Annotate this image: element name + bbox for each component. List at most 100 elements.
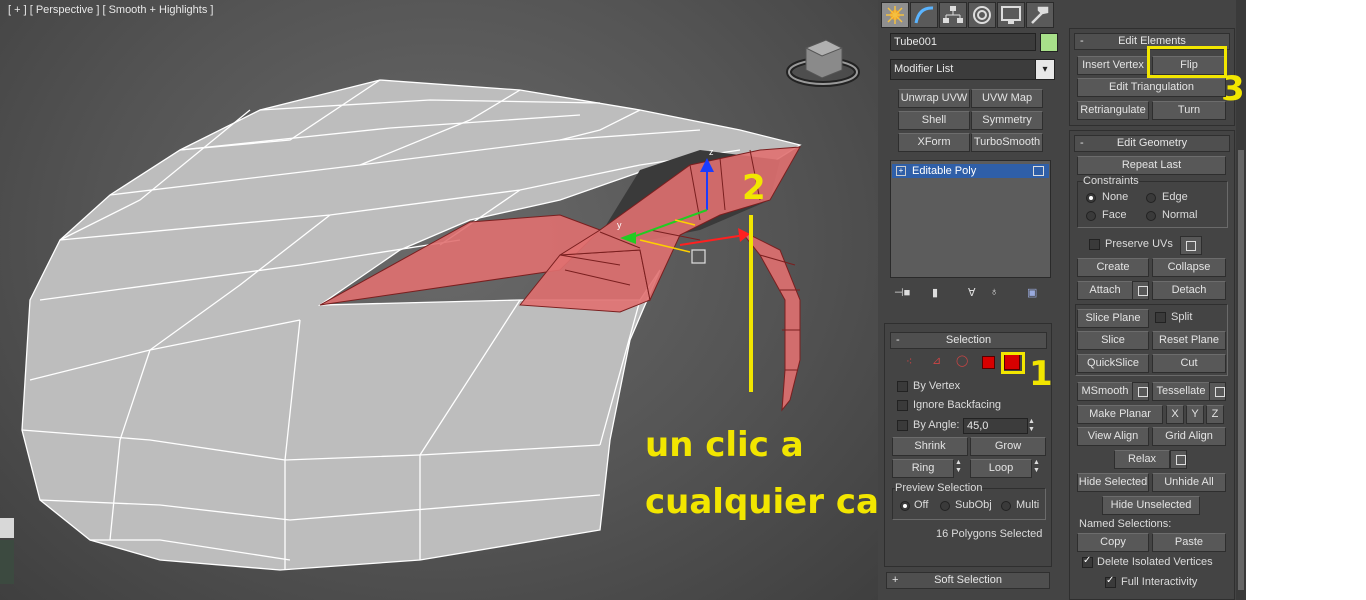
repeat-last-button[interactable]: Repeat Last xyxy=(1077,156,1226,175)
modifier-symmetry-button[interactable]: Symmetry xyxy=(971,111,1043,130)
loop-button[interactable]: Loop xyxy=(970,459,1032,478)
preview-off-label: Off xyxy=(914,499,929,511)
unhide-all-button[interactable]: Unhide All xyxy=(1152,473,1226,492)
quickslice-button[interactable]: QuickSlice xyxy=(1077,354,1149,373)
modifier-stack[interactable]: + Editable Poly xyxy=(890,160,1051,278)
turn-button[interactable]: Turn xyxy=(1152,101,1226,120)
modifier-shell-button[interactable]: Shell xyxy=(898,111,970,130)
viewport-label[interactable]: [ + ] [ Perspective ] [ Smooth + Highlig… xyxy=(8,4,213,16)
msmooth-button[interactable]: MSmooth xyxy=(1077,382,1133,401)
vertex-icon[interactable]: ⁖ xyxy=(906,355,912,368)
stack-item-editable-poly[interactable]: + Editable Poly xyxy=(892,164,1049,178)
create-icon[interactable] xyxy=(881,2,909,28)
pin-stack-icon[interactable]: ⊣■ xyxy=(894,286,910,299)
polygon-icon[interactable] xyxy=(982,356,995,369)
cut-button[interactable]: Cut xyxy=(1152,354,1226,373)
modifier-list-dropdown[interactable]: Modifier List xyxy=(890,59,1040,80)
msmooth-settings-icon[interactable] xyxy=(1132,382,1149,401)
insert-vertex-button[interactable]: Insert Vertex xyxy=(1077,56,1149,75)
object-color-swatch[interactable] xyxy=(1040,33,1058,52)
constraint-face-radio[interactable] xyxy=(1086,211,1096,221)
retriangulate-button[interactable]: Retriangulate xyxy=(1077,101,1149,120)
split-label: Split xyxy=(1171,311,1193,323)
utilities-icon[interactable] xyxy=(1026,2,1054,28)
configure-sets-icon[interactable]: ▣ xyxy=(1027,286,1037,299)
soft-selection-rollout-header[interactable]: + Soft Selection xyxy=(886,572,1050,589)
view-align-button[interactable]: View Align xyxy=(1077,427,1149,446)
selection-title: Selection xyxy=(945,334,992,346)
perspective-viewport[interactable]: z y [ + ] [ Perspective ] [ Smooth + Hig… xyxy=(0,0,878,600)
scrollbar-thumb[interactable] xyxy=(1238,150,1244,590)
edit-poly-panel: - Edit Elements Insert Vertex Flip 3 Edit… xyxy=(1064,0,1246,600)
constraint-face-label: Face xyxy=(1102,209,1127,221)
constraints-group xyxy=(1077,181,1228,228)
planar-x-button[interactable]: X xyxy=(1166,405,1184,424)
planar-y-button[interactable]: Y xyxy=(1186,405,1204,424)
annotation-step-1: 1 xyxy=(1029,354,1053,394)
relax-button[interactable]: Relax xyxy=(1114,450,1170,469)
tessellate-button[interactable]: Tessellate xyxy=(1152,382,1210,401)
preview-subobj-radio[interactable] xyxy=(940,501,950,511)
show-end-result-icon[interactable]: ▮ xyxy=(932,286,938,299)
edit-geometry-rollout-header[interactable]: - Edit Geometry xyxy=(1074,135,1230,152)
edge-icon[interactable]: ⊿ xyxy=(932,354,941,367)
paste-button[interactable]: Paste xyxy=(1152,533,1226,552)
slice-plane-button[interactable]: Slice Plane xyxy=(1077,309,1149,328)
attach-button[interactable]: Attach xyxy=(1077,281,1133,300)
selection-rollout-header[interactable]: - Selection xyxy=(890,332,1047,349)
preserve-uvs-checkbox[interactable] xyxy=(1089,239,1100,250)
modifier-turbosmooth-button[interactable]: TurboSmooth xyxy=(971,133,1043,152)
slice-button[interactable]: Slice xyxy=(1077,331,1149,350)
copy-button[interactable]: Copy xyxy=(1077,533,1149,552)
named-selections-label: Named Selections: xyxy=(1079,518,1172,530)
delete-isolated-checkbox[interactable] xyxy=(1082,555,1093,568)
by-angle-checkbox[interactable] xyxy=(897,420,908,431)
constraint-normal-radio[interactable] xyxy=(1146,211,1156,221)
object-name-field[interactable]: Tube001 xyxy=(890,33,1036,51)
constraint-edge-radio[interactable] xyxy=(1146,193,1156,203)
border-icon[interactable]: ◯ xyxy=(956,354,968,367)
by-angle-field[interactable]: 45,0 xyxy=(963,418,1028,434)
ring-button[interactable]: Ring xyxy=(892,459,954,478)
preview-off-radio[interactable] xyxy=(900,501,910,511)
by-angle-spinner[interactable]: ▲ ▼ xyxy=(1028,418,1038,434)
planar-z-button[interactable]: Z xyxy=(1206,405,1224,424)
tessellate-settings-icon[interactable] xyxy=(1209,382,1226,401)
edit-triangulation-button[interactable]: Edit Triangulation xyxy=(1077,78,1226,97)
relax-settings-icon[interactable] xyxy=(1170,450,1187,469)
create-button[interactable]: Create xyxy=(1077,258,1149,277)
constraint-edge-label: Edge xyxy=(1162,191,1188,203)
preserve-uvs-settings-icon[interactable] xyxy=(1180,236,1202,255)
constraint-none-label: None xyxy=(1102,191,1129,203)
display-icon[interactable] xyxy=(997,2,1025,28)
hierarchy-icon[interactable] xyxy=(939,2,967,28)
constraint-none-radio[interactable] xyxy=(1086,193,1096,203)
constraint-normal-label: Normal xyxy=(1162,209,1198,221)
make-planar-button[interactable]: Make Planar xyxy=(1077,405,1163,424)
by-vertex-checkbox[interactable] xyxy=(897,381,908,392)
remove-modifier-icon[interactable]: ♁ xyxy=(990,286,998,298)
split-checkbox[interactable] xyxy=(1155,312,1166,323)
expand-icon[interactable]: + xyxy=(896,166,906,176)
full-interactivity-checkbox[interactable] xyxy=(1105,575,1116,588)
modifier-unwrap-uvw-button[interactable]: Unwrap UVW xyxy=(898,89,970,108)
attach-list-icon[interactable] xyxy=(1132,281,1149,300)
modifier-uvw-map-button[interactable]: UVW Map xyxy=(971,89,1043,108)
preview-multi-radio[interactable] xyxy=(1001,501,1011,511)
loop-spinner[interactable]: ▲ ▼ xyxy=(1033,459,1043,475)
make-unique-icon[interactable]: ∀ xyxy=(968,286,976,299)
detach-button[interactable]: Detach xyxy=(1152,281,1226,300)
ignore-backfacing-checkbox[interactable] xyxy=(897,400,908,411)
modify-icon[interactable] xyxy=(910,2,938,28)
shrink-button[interactable]: Shrink xyxy=(892,437,968,456)
hide-selected-button[interactable]: Hide Selected xyxy=(1077,473,1149,492)
motion-icon[interactable] xyxy=(968,2,996,28)
ring-spinner[interactable]: ▲ ▼ xyxy=(955,459,965,475)
modifier-xform-button[interactable]: XForm xyxy=(898,133,970,152)
grow-button[interactable]: Grow xyxy=(970,437,1046,456)
reset-plane-button[interactable]: Reset Plane xyxy=(1152,331,1226,350)
grid-align-button[interactable]: Grid Align xyxy=(1152,427,1226,446)
collapse-button[interactable]: Collapse xyxy=(1152,258,1226,277)
chevron-down-icon[interactable]: ▾ xyxy=(1035,59,1055,80)
hide-unselected-button[interactable]: Hide Unselected xyxy=(1102,496,1200,515)
